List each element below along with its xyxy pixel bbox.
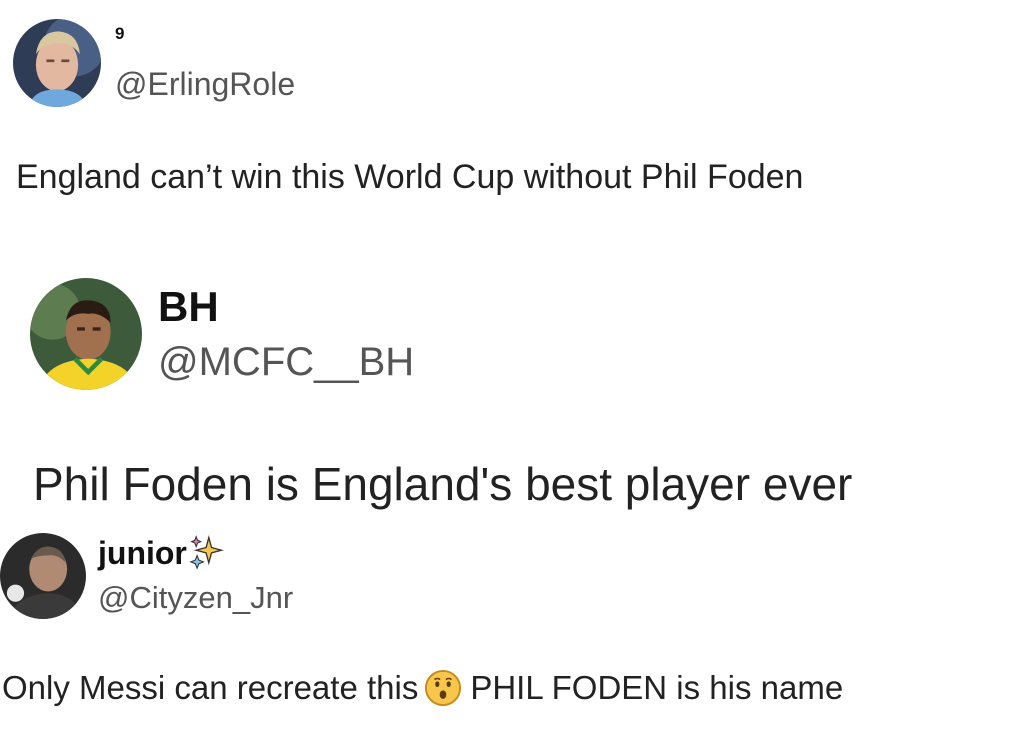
sparkles-icon	[189, 534, 225, 570]
hushed-face-icon	[424, 669, 462, 707]
avatar[interactable]	[13, 19, 101, 107]
display-name[interactable]: 9	[115, 24, 124, 44]
tweet-text: Phil Foden is England's best player ever	[33, 458, 853, 510]
avatar[interactable]	[0, 533, 86, 619]
tweet-text: England can’t win this World Cup without…	[16, 158, 804, 196]
display-name[interactable]: BH	[158, 283, 219, 331]
tweet-text-after: PHIL FODEN is his name	[470, 669, 844, 706]
display-name[interactable]: junior	[98, 534, 225, 572]
tweet-text: Only Messi can recreate this PHIL FODEN …	[2, 669, 843, 707]
user-handle[interactable]: @MCFC__BH	[158, 340, 414, 385]
user-handle[interactable]: @Cityzen_Jnr	[98, 580, 293, 616]
display-name-text: junior	[98, 535, 187, 571]
avatar[interactable]	[30, 278, 142, 390]
tweet-text-before: Only Messi can recreate this	[2, 669, 419, 706]
user-handle[interactable]: @ErlingRole	[115, 66, 295, 103]
tweet-1: 9 @ErlingRole England can’t win this Wor…	[0, 0, 1024, 196]
